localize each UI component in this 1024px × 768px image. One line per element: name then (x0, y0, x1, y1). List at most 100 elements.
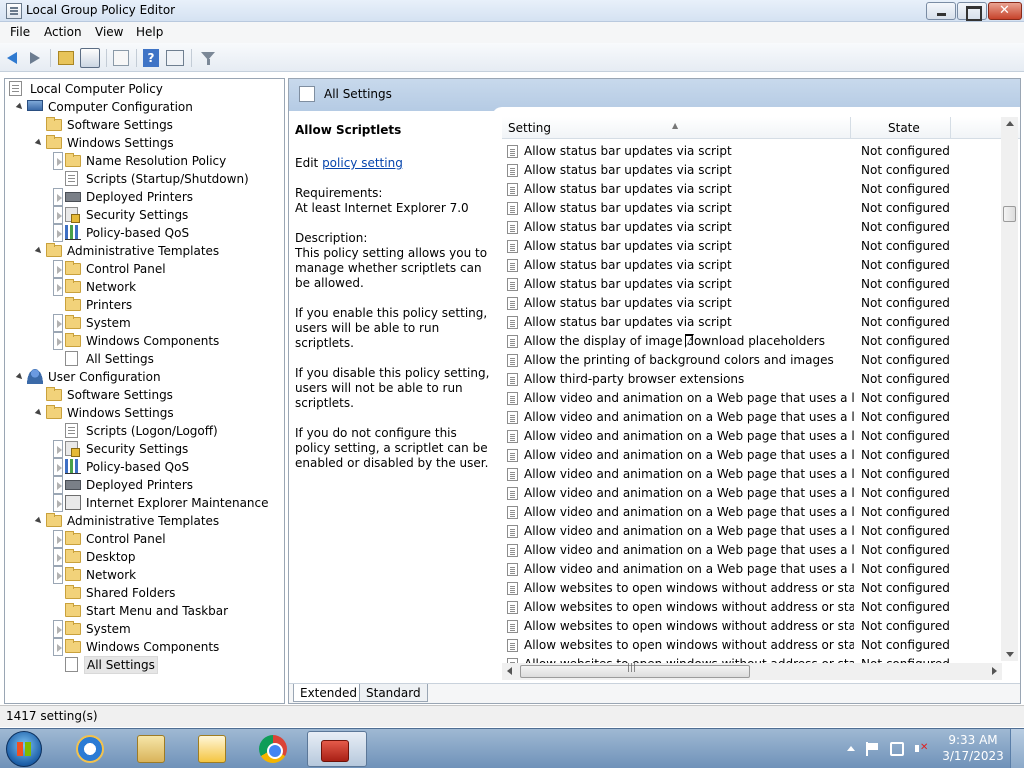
table-row[interactable]: Allow websites to open windows without a… (502, 636, 1002, 655)
taskbar-media-player[interactable] (185, 731, 239, 767)
show-hide-tree-icon[interactable] (80, 48, 100, 68)
action-center-flag-icon[interactable] (866, 742, 880, 756)
ie-maintenance-icon (65, 495, 81, 510)
expanded-arrow-icon[interactable] (15, 98, 25, 116)
table-row[interactable]: Allow video and animation on a Web page … (502, 560, 1002, 579)
policy-setting-icon (507, 449, 518, 462)
title-bar: Local Group Policy Editor (0, 0, 1024, 22)
forward-icon[interactable] (25, 48, 45, 68)
table-row[interactable]: Allow video and animation on a Web page … (502, 503, 1002, 522)
minimize-button[interactable] (926, 2, 956, 20)
network-icon[interactable] (890, 742, 904, 756)
taskbar-chrome[interactable] (246, 731, 300, 767)
maximize-button[interactable] (957, 2, 987, 21)
collapsed-arrow-icon[interactable] (53, 638, 63, 656)
table-row[interactable]: Allow status bar updates via script Not c… (502, 218, 1002, 237)
collapsed-arrow-icon[interactable] (53, 278, 63, 296)
table-row[interactable]: Allow status bar updates via script Not c… (502, 294, 1002, 313)
up-folder-icon[interactable] (58, 51, 74, 65)
column-header-setting[interactable]: Setting ▲ (502, 117, 851, 139)
table-row[interactable]: Allow video and animation on a Web page … (502, 484, 1002, 503)
horizontal-scrollbar[interactable] (502, 663, 1002, 680)
setting-state: Not configured (861, 562, 950, 576)
help-icon[interactable]: ? (143, 49, 159, 67)
collapsed-arrow-icon[interactable] (53, 332, 63, 350)
taskbar-group-policy-editor[interactable] (307, 731, 367, 767)
table-row[interactable]: Allow status bar updates via script Not c… (502, 256, 1002, 275)
collapsed-arrow-icon[interactable] (53, 224, 63, 242)
table-row[interactable]: Allow video and animation on a Web page … (502, 427, 1002, 446)
tab-extended[interactable]: Extended (293, 684, 364, 702)
scroll-up-icon[interactable] (1006, 121, 1014, 126)
table-row[interactable]: Allow status bar updates via script Not c… (502, 161, 1002, 180)
tab-standard[interactable]: Standard (359, 684, 428, 702)
menu-help[interactable]: Help (136, 25, 163, 39)
scroll-left-icon[interactable] (507, 667, 512, 675)
no-expander (53, 350, 63, 368)
table-row[interactable]: Allow video and animation on a Web page … (502, 389, 1002, 408)
collapsed-arrow-icon[interactable] (53, 314, 63, 332)
table-row[interactable]: Allow websites to open windows without a… (502, 598, 1002, 617)
settings-list: Allow status bar updates via script Not c… (502, 142, 1002, 664)
menu-action[interactable]: Action (44, 25, 82, 39)
properties-icon[interactable] (166, 50, 184, 66)
table-row[interactable]: Allow status bar updates via script Not c… (502, 275, 1002, 294)
collapsed-arrow-icon[interactable] (53, 458, 63, 476)
table-row[interactable]: Allow status bar updates via script Not c… (502, 180, 1002, 199)
show-desktop-button[interactable] (1010, 729, 1024, 768)
scroll-down-icon[interactable] (1006, 652, 1014, 657)
folder-icon (65, 279, 81, 293)
table-row[interactable]: Allow video and animation on a Web page … (502, 541, 1002, 560)
table-row[interactable]: Allow video and animation on a Web page … (502, 522, 1002, 541)
collapsed-arrow-icon[interactable] (53, 620, 63, 638)
collapsed-arrow-icon[interactable] (53, 566, 63, 584)
back-icon[interactable] (4, 48, 24, 68)
show-hidden-icons-icon[interactable] (844, 742, 858, 756)
export-list-icon[interactable] (113, 50, 129, 66)
table-row[interactable]: Allow video and animation on a Web page … (502, 446, 1002, 465)
expanded-arrow-icon[interactable] (34, 512, 44, 530)
close-button[interactable] (988, 2, 1022, 20)
taskbar-windows-explorer[interactable] (124, 731, 178, 767)
table-row[interactable]: Allow websites to open windows without a… (502, 617, 1002, 636)
table-row[interactable]: Allow video and animation on a Web page … (502, 408, 1002, 427)
table-row[interactable]: Allow the printing of background colors … (502, 351, 1002, 370)
vertical-scroll-thumb[interactable] (1003, 206, 1016, 222)
vertical-scrollbar[interactable] (1001, 117, 1018, 661)
table-row[interactable]: Allow status bar updates via script Not c… (502, 237, 1002, 256)
collapsed-arrow-icon[interactable] (53, 548, 63, 566)
column-header-state[interactable]: State (851, 117, 951, 139)
folder-icon (46, 135, 62, 149)
collapsed-arrow-icon[interactable] (53, 494, 63, 512)
collapsed-arrow-icon[interactable] (53, 188, 63, 206)
table-row[interactable]: Allow the display of image download plac… (502, 332, 1002, 351)
collapsed-arrow-icon[interactable] (53, 260, 63, 278)
collapsed-arrow-icon[interactable] (53, 152, 63, 170)
expanded-arrow-icon[interactable] (34, 242, 44, 260)
scroll-right-icon[interactable] (992, 667, 997, 675)
start-button[interactable] (6, 731, 42, 767)
horizontal-scroll-thumb[interactable] (520, 663, 750, 678)
collapsed-arrow-icon[interactable] (53, 440, 63, 458)
edit-policy-link[interactable]: policy setting (322, 156, 403, 170)
table-row[interactable]: Allow status bar updates via script Not c… (502, 142, 1002, 161)
collapsed-arrow-icon[interactable] (53, 530, 63, 548)
collapsed-arrow-icon[interactable] (53, 206, 63, 224)
volume-muted-icon[interactable] (914, 742, 928, 756)
expanded-arrow-icon[interactable] (34, 404, 44, 422)
table-row[interactable]: Allow video and animation on a Web page … (502, 465, 1002, 484)
table-row[interactable]: Allow status bar updates via script Not c… (502, 313, 1002, 332)
menu-view[interactable]: View (95, 25, 123, 39)
clock[interactable]: 9:33 AM 3/17/2023 (940, 732, 1006, 764)
collapsed-arrow-icon[interactable] (53, 476, 63, 494)
expanded-arrow-icon[interactable] (34, 134, 44, 152)
table-row[interactable]: Allow websites to open windows without a… (502, 579, 1002, 598)
filter-icon[interactable] (198, 48, 218, 68)
table-row[interactable]: Allow third-party browser extensions Not … (502, 370, 1002, 389)
menu-file[interactable]: File (10, 25, 30, 39)
setting-state: Not configured (861, 182, 950, 196)
folder-icon (65, 153, 81, 167)
expanded-arrow-icon[interactable] (15, 368, 25, 386)
table-row[interactable]: Allow status bar updates via script Not c… (502, 199, 1002, 218)
taskbar-internet-explorer[interactable] (63, 731, 117, 767)
